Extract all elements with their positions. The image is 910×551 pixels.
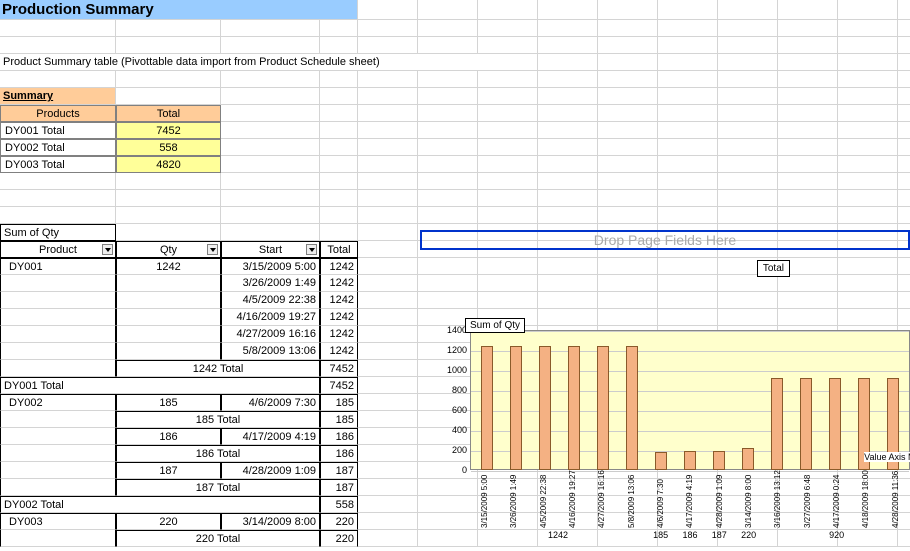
xtick: 4/18/2009 18:00 (861, 472, 870, 528)
bar[interactable] (771, 378, 783, 470)
pivot-header-total[interactable]: Total (320, 241, 358, 258)
xtick: 4/5/2009 22:38 (539, 472, 548, 528)
dropdown-icon[interactable] (207, 244, 218, 255)
bar[interactable] (510, 346, 522, 470)
bar[interactable] (597, 346, 609, 470)
ytick: 1000 (440, 365, 467, 375)
xtick: 4/17/2009 0:24 (832, 472, 841, 528)
bar[interactable] (655, 452, 667, 471)
x-group-label: 220 (734, 530, 763, 540)
bar[interactable] (626, 346, 638, 470)
x-group-label: 186 (675, 530, 704, 540)
summary-col-total[interactable]: Total (116, 105, 221, 122)
xtick: 3/16/2009 13:12 (773, 472, 782, 528)
ytick: 800 (440, 385, 467, 395)
ytick: 600 (440, 405, 467, 415)
xtick: 4/6/2009 7:30 (656, 472, 665, 528)
summary-col-products[interactable]: Products (0, 105, 116, 122)
bar[interactable] (800, 378, 812, 470)
xtick: 3/14/2009 8:00 (744, 472, 753, 528)
ytick: 1200 (440, 345, 467, 355)
pivot-header-start[interactable]: Start (221, 241, 320, 258)
ytick: 400 (440, 425, 467, 435)
ytick: 200 (440, 445, 467, 455)
bar[interactable] (568, 346, 580, 470)
bar[interactable] (742, 448, 754, 470)
ytick: 1400 (440, 325, 467, 335)
x-group-label: 1242 (470, 530, 646, 540)
page-title[interactable]: Production Summary (0, 0, 358, 20)
chart-plot: 3/15/2009 5:00 3/26/2009 1:49 4/5/2009 22:… (440, 330, 910, 530)
pivot-chart-area: Drop Page Fields Here Total Sum of Qty 3… (420, 230, 910, 258)
chart-title: Sum of Qty (465, 318, 525, 333)
bar[interactable] (539, 346, 551, 470)
pivot-measure[interactable]: Sum of Qty (0, 224, 116, 241)
x-group-label: 187 (705, 530, 734, 540)
xtick: 4/17/2009 4:19 (685, 472, 694, 528)
dropdown-icon[interactable] (102, 244, 113, 255)
bar[interactable] (481, 346, 493, 470)
xtick: 3/26/2009 1:49 (509, 472, 518, 528)
pivot-header-qty[interactable]: Qty (116, 241, 221, 258)
chart-legend: Total (757, 260, 790, 277)
xtick: 4/28/2009 11:36 (891, 472, 900, 528)
bar[interactable] (713, 451, 725, 470)
pivot-header-product[interactable]: Product (0, 241, 116, 258)
xtick: 3/15/2009 5:00 (480, 472, 489, 528)
xtick: 4/16/2009 19:27 (568, 472, 577, 528)
drop-page-fields[interactable]: Drop Page Fields Here (420, 230, 910, 250)
bar[interactable] (829, 378, 841, 470)
dropdown-icon[interactable] (306, 244, 317, 255)
xtick: 4/27/2009 16:16 (597, 472, 606, 528)
ytick: 0 (440, 465, 467, 475)
summary-heading[interactable]: Summary (0, 88, 116, 105)
bar[interactable] (684, 451, 696, 470)
xtick: 5/8/2009 13:06 (627, 472, 636, 528)
axis-note: Value Axis Major Grid (864, 452, 910, 462)
xtick: 4/28/2009 1:09 (715, 472, 724, 528)
xtick: 3/27/2009 6:48 (803, 472, 812, 528)
x-group-label: 185 (646, 530, 675, 540)
x-group-label: 920 (763, 530, 910, 540)
